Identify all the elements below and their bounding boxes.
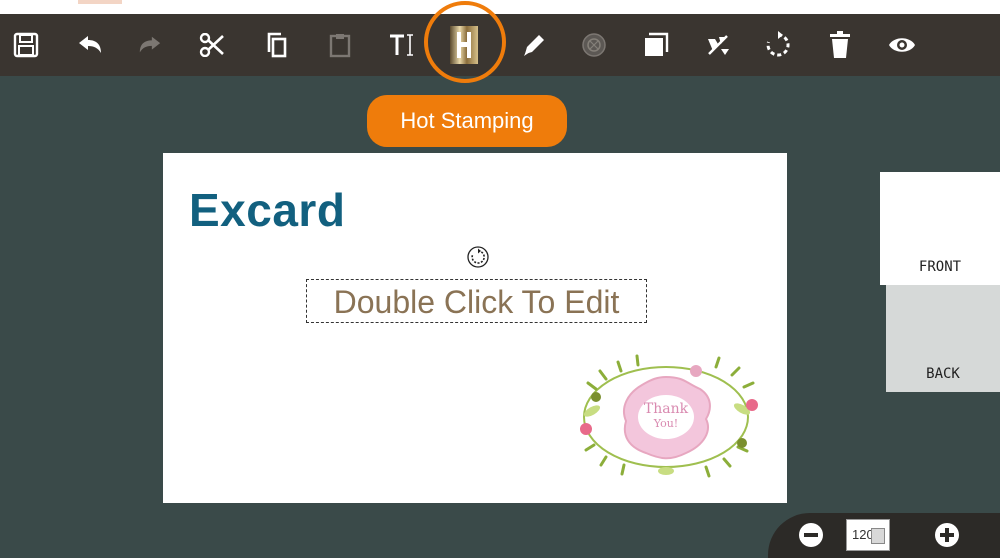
cut-icon <box>199 33 224 57</box>
copy-icon <box>267 32 287 58</box>
cut-button[interactable] <box>190 14 234 76</box>
clear-format-icon <box>708 35 729 55</box>
preview-button[interactable] <box>880 14 924 76</box>
editable-text-box[interactable]: Double Click To Edit <box>306 279 647 323</box>
redo-icon <box>139 36 161 53</box>
top-tab-marker <box>78 0 122 4</box>
hot-stamping-tooltip: Hot Stamping <box>367 95 567 147</box>
text-tool-button[interactable] <box>380 14 424 76</box>
front-side-thumbnail[interactable]: FRONT <box>880 172 1000 285</box>
back-side-label: BACK <box>926 366 960 382</box>
hot-stamping-icon <box>450 26 478 64</box>
emboss-icon <box>582 33 606 57</box>
thank-you-wreath-sticker[interactable]: Thank You! <box>566 349 770 483</box>
pen-icon <box>524 35 544 56</box>
delete-icon <box>830 31 850 58</box>
delete-button[interactable] <box>818 14 862 76</box>
redo-button[interactable] <box>128 14 172 76</box>
text-tool-icon <box>390 34 413 56</box>
copy-button[interactable] <box>254 14 298 76</box>
undo-button[interactable] <box>68 14 112 76</box>
back-side-thumbnail[interactable]: BACK <box>886 285 1000 392</box>
preview-eye-icon <box>889 38 915 52</box>
sticker-text-thank: Thank <box>644 401 689 417</box>
clear-format-button[interactable] <box>696 14 740 76</box>
brand-logo-text[interactable]: Excard <box>189 183 345 237</box>
undo-icon <box>79 36 101 53</box>
design-canvas-card[interactable]: Excard Double Click To Edit Thank You! <box>163 153 787 503</box>
zoom-level-input[interactable]: 120 <box>846 519 890 551</box>
layer-button[interactable] <box>634 14 678 76</box>
sticker-text-you: You! <box>653 417 678 430</box>
zoom-spinner-icon[interactable] <box>871 528 885 544</box>
reset-icon <box>766 31 790 57</box>
zoom-control: 120 <box>768 513 1000 558</box>
editor-toolbar <box>0 14 1000 76</box>
zoom-out-icon[interactable] <box>796 520 826 550</box>
pen-button[interactable] <box>512 14 556 76</box>
save-button[interactable] <box>4 14 48 76</box>
front-side-label: FRONT <box>918 259 962 275</box>
layer-icon <box>645 32 669 56</box>
rotate-handle-icon[interactable] <box>467 246 489 268</box>
browser-top-strip <box>0 0 1000 14</box>
hot-stamping-button[interactable] <box>442 14 486 76</box>
reset-button[interactable] <box>756 14 800 76</box>
zoom-in-icon[interactable] <box>932 520 962 550</box>
paste-button[interactable] <box>318 14 362 76</box>
paste-icon <box>329 34 351 58</box>
emboss-button[interactable] <box>572 14 616 76</box>
save-icon <box>13 32 39 58</box>
